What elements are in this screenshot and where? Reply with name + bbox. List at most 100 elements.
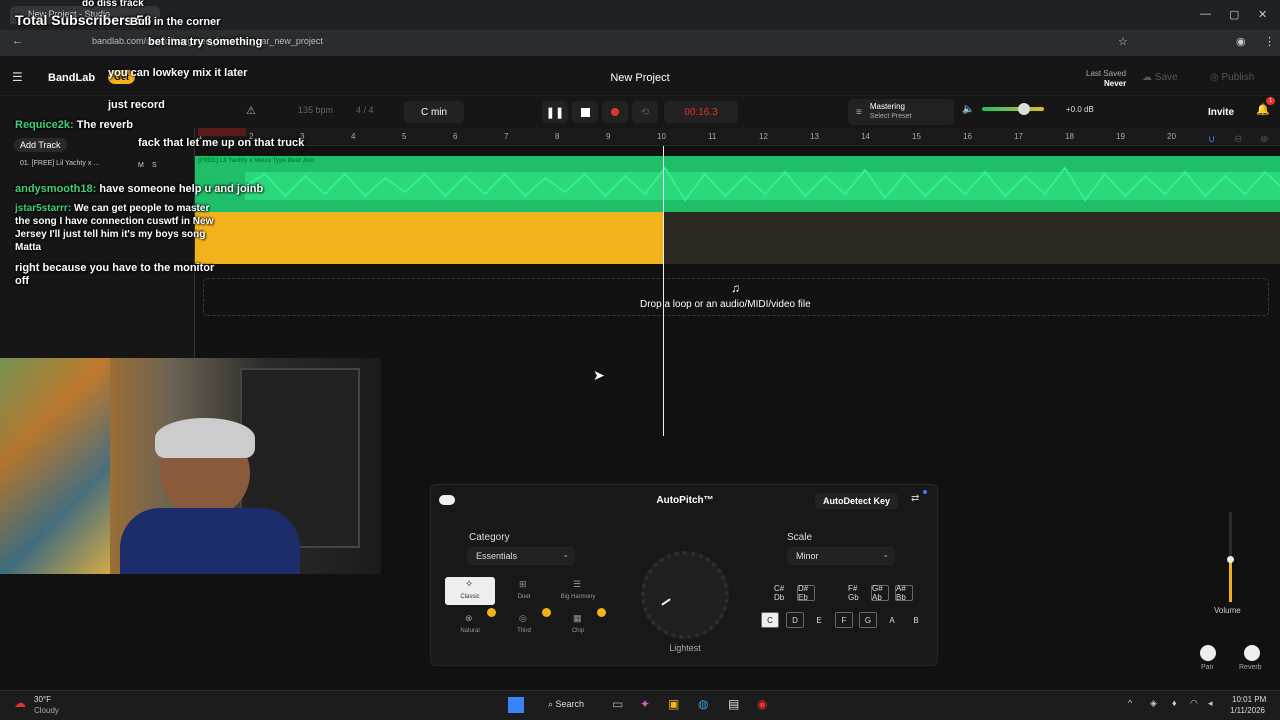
master-volume-slider[interactable] — [982, 107, 1044, 111]
reverb-knob[interactable] — [1244, 645, 1260, 661]
key-g[interactable]: G — [859, 612, 877, 628]
key-d-sharp[interactable]: D# Eb — [797, 584, 815, 602]
wifi-icon[interactable]: ◠ — [1190, 698, 1198, 709]
playhead[interactable] — [663, 146, 664, 436]
weather-icon[interactable]: ☁ — [14, 696, 26, 710]
tray-app-icon[interactable]: ◈ — [1150, 698, 1157, 709]
maximize-button[interactable]: ▢ — [1229, 8, 1239, 21]
key-a-sharp[interactable]: A# Bb — [895, 584, 913, 602]
mastering-icon: ≡ — [856, 106, 862, 118]
publish-label: Publish — [1221, 72, 1255, 83]
premium-badge-icon — [597, 608, 606, 617]
chat-user: jstar5starrr: — [15, 203, 72, 214]
taskbar-search[interactable]: ⌕ Search — [548, 699, 584, 710]
third-icon: ◎ — [519, 613, 527, 623]
effect-label: Chip — [571, 628, 585, 634]
chat-line: Requice2k: The reverb — [15, 119, 133, 131]
duet-icon: ⊞ — [519, 579, 527, 589]
autodetect-key-button[interactable]: AutoDetect Key — [815, 493, 899, 509]
clock-date[interactable]: 1/11/2026 — [1230, 706, 1265, 715]
chevron-down-icon: ⌄ — [562, 550, 569, 559]
loop-button[interactable]: ⟲ — [632, 101, 658, 123]
intensity-knob[interactable] — [641, 551, 729, 639]
empty-track-lane[interactable] — [664, 212, 1280, 264]
windows-start-icon[interactable] — [508, 697, 524, 713]
key-c-sharp[interactable]: C# Db — [773, 584, 791, 602]
volume-icon[interactable]: ◂ — [1208, 698, 1213, 709]
category-select[interactable]: Essentials ⌄ — [467, 547, 575, 565]
bar-number: 15 — [912, 132, 921, 141]
chat-message: The reverb — [76, 119, 134, 131]
autopitch-toggle[interactable] — [439, 495, 455, 505]
file-explorer-icon[interactable]: ▣ — [668, 697, 679, 711]
save-button[interactable]: ☁ Save — [1142, 72, 1178, 83]
invite-button[interactable]: Invite — [1200, 101, 1242, 123]
audio-region[interactable]: [FREE] Lil Yachty x Veeze Type Beat Juic — [195, 156, 1280, 212]
zoom-in-icon[interactable]: ⊕ — [1260, 134, 1268, 145]
key-display[interactable]: C min — [404, 101, 464, 123]
recording-region[interactable] — [195, 212, 664, 264]
minimize-button[interactable]: — — [1200, 8, 1211, 20]
bookmark-star-icon[interactable]: ☆ — [1118, 35, 1128, 48]
close-window-button[interactable]: ✕ — [1258, 8, 1267, 21]
settings-icon[interactable]: ⇄ — [911, 493, 919, 504]
edge-icon[interactable]: ◍ — [698, 697, 708, 711]
metronome-icon[interactable]: ⚠ — [246, 104, 256, 117]
volume-fader-track[interactable] — [1227, 512, 1234, 602]
profile-icon[interactable]: ◉ — [1236, 35, 1246, 48]
volume-fader-handle[interactable] — [1227, 556, 1234, 563]
chat-message: bet ima try something — [148, 36, 263, 48]
music-note-icon: ♫ — [731, 281, 740, 295]
copilot-icon[interactable]: ✦ — [640, 697, 650, 711]
tray-chevron-icon[interactable]: ^ — [1128, 698, 1132, 708]
microphone-icon[interactable]: ♦ — [1172, 698, 1177, 708]
mouse-cursor: ➤ — [593, 367, 605, 383]
autopitch-panel: AutoPitch™ AutoDetect Key ⇄ Category Ess… — [430, 484, 938, 666]
drop-zone[interactable]: ♫ Drop a loop or an audio/MIDI/video fil… — [203, 278, 1269, 316]
mastering-label: Mastering — [869, 102, 905, 111]
zoom-out-icon[interactable]: ⊖ — [1234, 134, 1242, 145]
magnet-icon[interactable]: ∪ — [1208, 134, 1215, 145]
chrome-icon[interactable]: ◉ — [757, 697, 767, 711]
effect-chip[interactable]: ▦ Chip — [553, 611, 603, 639]
master-volume-handle[interactable] — [1018, 103, 1030, 115]
chip-icon: ▦ — [573, 613, 582, 623]
key-f[interactable]: F — [835, 612, 853, 628]
pan-knob[interactable] — [1200, 645, 1216, 661]
project-title[interactable]: New Project — [560, 72, 720, 84]
key-e[interactable]: E — [810, 612, 828, 628]
key-g-sharp[interactable]: G# Ab — [871, 584, 889, 602]
windows-taskbar: ☁ 30°F Cloudy ⌕ Search ▭ ✦ ▣ ◍ ▤ ◉ ^ ◈ ♦… — [0, 690, 1280, 720]
clock-time[interactable]: 10:01 PM — [1232, 695, 1266, 704]
key-c[interactable]: C — [761, 612, 779, 628]
scale-select[interactable]: Minor ⌄ — [787, 547, 895, 565]
stop-button[interactable] — [572, 101, 598, 123]
key-f-sharp[interactable]: F# Gb — [847, 584, 865, 602]
bell-icon[interactable]: 🔔 — [1256, 103, 1270, 116]
effect-classic[interactable]: ✧ Classic — [445, 577, 495, 605]
key-d[interactable]: D — [786, 612, 804, 628]
effect-third[interactable]: ◎ Third — [499, 611, 549, 639]
time-signature[interactable]: 4 / 4 — [356, 105, 374, 115]
store-icon[interactable]: ▤ — [728, 697, 739, 711]
master-gain: +0.0 dB — [1066, 105, 1094, 114]
save-label: Save — [1154, 72, 1178, 83]
menu-icon[interactable]: ⋮ — [1264, 35, 1275, 48]
notification-badge: 1 — [1266, 97, 1276, 105]
timeline-ruler[interactable]: 1 2 3 4 5 6 7 8 9 10 11 12 13 14 15 16 1… — [195, 128, 1280, 146]
key-b[interactable]: B — [907, 612, 925, 628]
speaker-icon[interactable]: 🔈 — [962, 104, 974, 115]
bar-number: 6 — [453, 132, 458, 141]
pause-button[interactable]: ❚❚ — [542, 101, 568, 123]
publish-button[interactable]: ◎ Publish — [1210, 72, 1254, 83]
effect-label: Natural — [460, 628, 480, 634]
pause-icon: ❚❚ — [545, 106, 565, 119]
effect-big-harmony[interactable]: ☰ Big Harmony — [553, 577, 603, 605]
sparkle-icon: ✧ — [465, 579, 474, 590]
record-button[interactable] — [602, 101, 628, 123]
mastering-button[interactable]: ≡ Mastering Select Preset — [848, 99, 954, 125]
task-view-icon[interactable]: ▭ — [612, 697, 623, 711]
effect-duet[interactable]: ⊞ Duet — [499, 577, 549, 605]
bpm-display[interactable]: 135 bpm — [298, 105, 333, 115]
key-a[interactable]: A — [883, 612, 901, 628]
